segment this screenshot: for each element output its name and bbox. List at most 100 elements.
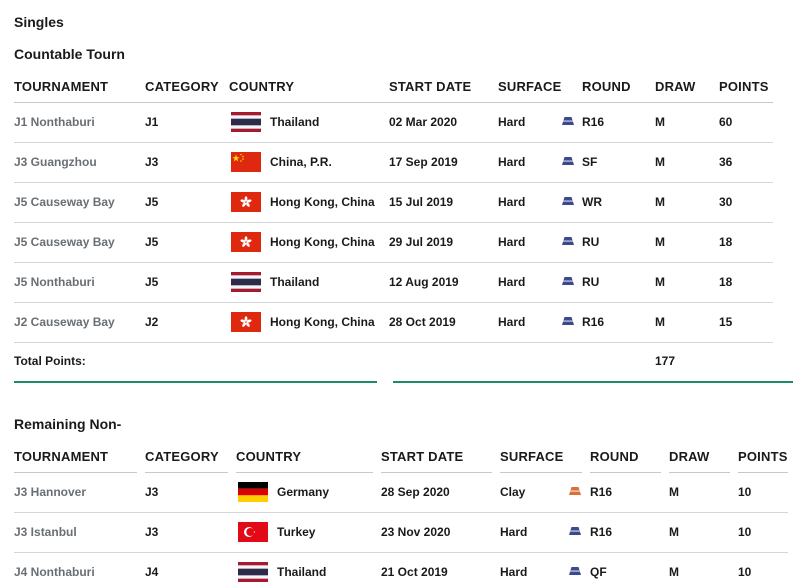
column-header-start-date[interactable]: START DATE <box>381 449 463 464</box>
tournament-link[interactable]: J5 Causeway Bay <box>14 195 115 209</box>
draw-value: M <box>669 485 679 499</box>
start-date-value: 02 Mar 2020 <box>389 115 458 129</box>
row-divider <box>14 182 773 183</box>
hard-court-icon <box>569 527 581 535</box>
surface-value: Hard <box>498 115 526 129</box>
country-value: Turkey <box>277 525 316 539</box>
points-value: 18 <box>719 275 733 289</box>
points-value: 10 <box>738 485 752 499</box>
column-header-category[interactable]: CATEGORY <box>145 449 219 464</box>
total-underline-right <box>393 381 793 383</box>
section-title: Singles <box>14 14 64 30</box>
thailand-flag-icon <box>231 112 261 132</box>
draw-value: M <box>655 315 665 329</box>
tournament-link[interactable]: J1 Nonthaburi <box>14 115 95 129</box>
points-value: 15 <box>719 315 733 329</box>
row-divider <box>14 302 773 303</box>
column-header-tournament[interactable]: TOURNAMENT <box>14 79 108 94</box>
tournament-link[interactable]: J5 Causeway Bay <box>14 235 115 249</box>
column-header-round[interactable]: ROUND <box>590 449 639 464</box>
surface-value: Hard <box>498 275 526 289</box>
thailand-flag-icon <box>238 562 268 582</box>
column-header-country[interactable]: COUNTRY <box>236 449 301 464</box>
country-value: Thailand <box>277 565 327 579</box>
surface-value: Hard <box>500 565 528 579</box>
countable-title: Countable Tourn <box>14 46 125 62</box>
column-header-draw[interactable]: DRAW <box>655 79 696 94</box>
column-header-draw[interactable]: DRAW <box>669 449 710 464</box>
points-value: 60 <box>719 115 733 129</box>
total-points-value: 177 <box>655 354 676 368</box>
category-value: J5 <box>145 235 159 249</box>
country-value: Germany <box>277 485 330 499</box>
country-value: China, P.R. <box>270 155 332 169</box>
draw-value: M <box>655 155 665 169</box>
surface-value: Hard <box>498 315 526 329</box>
tournament-link[interactable]: J2 Causeway Bay <box>14 315 115 329</box>
column-header-start-date[interactable]: START DATE <box>389 79 471 94</box>
category-value: J2 <box>145 315 159 329</box>
start-date-value: 23 Nov 2020 <box>381 525 451 539</box>
category-value: J3 <box>145 155 159 169</box>
column-header-country[interactable]: COUNTRY <box>229 79 294 94</box>
header-divider <box>14 102 773 103</box>
draw-value: M <box>655 195 665 209</box>
category-value: J4 <box>145 565 159 579</box>
start-date-value: 29 Jul 2019 <box>389 235 454 249</box>
remaining-title: Remaining Non- <box>14 416 122 432</box>
hard-court-icon <box>562 117 574 125</box>
column-header-round[interactable]: ROUND <box>582 79 631 94</box>
round-value: SF <box>582 155 598 169</box>
start-date-value: 28 Oct 2019 <box>389 315 456 329</box>
draw-value: M <box>655 235 665 249</box>
category-value: J5 <box>145 195 159 209</box>
hard-court-icon <box>562 277 574 285</box>
start-date-value: 17 Sep 2019 <box>389 155 458 169</box>
tournament-link[interactable]: J3 Guangzhou <box>14 155 97 169</box>
header-divider <box>590 472 661 473</box>
header-divider <box>500 472 582 473</box>
hong-kong-flag-icon <box>231 192 261 212</box>
tournament-link[interactable]: J5 Nonthaburi <box>14 275 95 289</box>
surface-value: Hard <box>498 235 526 249</box>
tournament-link[interactable]: J3 Hannover <box>14 485 86 499</box>
round-value: R16 <box>590 525 613 539</box>
surface-value: Hard <box>498 195 526 209</box>
header-divider <box>145 472 228 473</box>
country-value: Thailand <box>270 275 320 289</box>
category-value: J1 <box>145 115 159 129</box>
hard-court-icon <box>562 317 574 325</box>
column-header-points[interactable]: POINTS <box>738 449 788 464</box>
surface-value: Hard <box>498 155 526 169</box>
surface-value: Hard <box>500 525 528 539</box>
row-divider <box>14 552 788 553</box>
points-value: 10 <box>738 525 752 539</box>
china-flag-icon <box>231 152 261 172</box>
header-divider <box>381 472 492 473</box>
round-value: R16 <box>582 315 605 329</box>
tournament-link[interactable]: J4 Nonthaburi <box>14 565 95 579</box>
column-header-surface[interactable]: SURFACE <box>498 79 562 94</box>
column-header-surface[interactable]: SURFACE <box>500 449 564 464</box>
draw-value: M <box>655 275 665 289</box>
header-divider <box>236 472 373 473</box>
country-value: Hong Kong, China <box>270 195 375 209</box>
round-value: R16 <box>590 485 613 499</box>
draw-value: M <box>655 115 665 129</box>
hong-kong-flag-icon <box>231 232 261 252</box>
hard-court-icon <box>562 157 574 165</box>
start-date-value: 21 Oct 2019 <box>381 565 448 579</box>
column-header-tournament[interactable]: TOURNAMENT <box>14 449 108 464</box>
points-value: 30 <box>719 195 733 209</box>
points-value: 10 <box>738 565 752 579</box>
round-value: QF <box>590 565 607 579</box>
header-divider <box>738 472 788 473</box>
row-divider <box>14 342 773 343</box>
country-value: Thailand <box>270 115 320 129</box>
tournament-link[interactable]: J3 Istanbul <box>14 525 77 539</box>
column-header-points[interactable]: POINTS <box>719 79 769 94</box>
column-header-category[interactable]: CATEGORY <box>145 79 219 94</box>
draw-value: M <box>669 565 679 579</box>
row-divider <box>14 262 773 263</box>
clay-court-icon <box>569 487 581 495</box>
